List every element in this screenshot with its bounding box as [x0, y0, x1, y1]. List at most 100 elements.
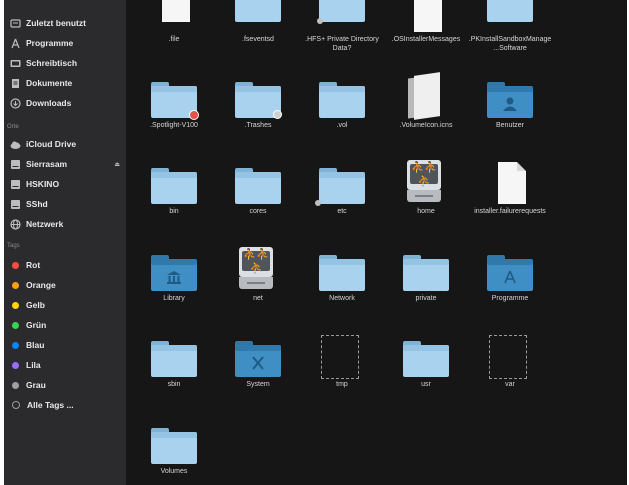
sidebar-item-label: iCloud Drive	[26, 139, 77, 149]
disk-icon	[10, 199, 21, 210]
sidebar-item-desktop[interactable]: Schreibtisch	[10, 55, 124, 71]
sidebar-item-label: Downloads	[26, 98, 72, 108]
document-icon	[498, 162, 526, 204]
file-label: tmp	[336, 381, 348, 388]
file-label: home	[417, 208, 435, 215]
file-label: var	[505, 381, 515, 388]
file-item[interactable]: .Spotlight-V100	[130, 72, 218, 131]
tag-dot-icon	[12, 261, 19, 269]
sidebar-item-sierrasam[interactable]: Sierrasam ⏏	[10, 156, 124, 172]
file-item[interactable]: var	[466, 331, 554, 390]
folder-icon	[235, 82, 282, 119]
gray-badge-icon	[273, 110, 282, 119]
eject-icon[interactable]: ⏏	[114, 161, 120, 168]
file-item[interactable]: tmp	[298, 331, 386, 390]
file-label: Programme	[491, 295, 529, 302]
icns-file-icon	[408, 72, 442, 120]
file-item[interactable]: cores	[214, 158, 302, 217]
sidebar-item-label: Grün	[26, 320, 47, 330]
disk-icon	[10, 179, 21, 190]
file-item[interactable]: .PKInstallSandboxManage...Software	[466, 0, 554, 53]
file-item[interactable]: sbin	[130, 331, 218, 390]
file-item[interactable]: System	[214, 331, 302, 390]
file-item[interactable]: installer.failurerequests	[466, 158, 554, 217]
file-label: .vol	[336, 122, 348, 129]
sidebar-item-label: Netzwerk	[26, 219, 64, 229]
sidebar-item-network[interactable]: Netzwerk	[10, 216, 124, 232]
sidebar-item-applications[interactable]: Programme	[10, 35, 124, 51]
sidebar-item-label: Sierrasam	[26, 159, 68, 169]
sidebar-item-label: Alle Tags ...	[27, 400, 74, 410]
file-label: .Trashes	[244, 122, 272, 129]
sidebar-item-label: Orange	[26, 280, 56, 290]
sidebar-tag-gray[interactable]: Grau	[10, 377, 124, 393]
file-item[interactable]: ⛹⛹⛹ home	[382, 158, 470, 217]
file-item[interactable]: Programme	[466, 245, 554, 304]
sidebar-item-documents[interactable]: Dokumente	[10, 75, 124, 91]
folder-icon	[235, 168, 281, 204]
file-item[interactable]: .vol	[298, 72, 386, 131]
alias-placeholder-icon	[489, 335, 527, 379]
users-folder-icon	[487, 82, 533, 118]
folder-icon	[151, 341, 197, 377]
sidebar-item-label: Schreibtisch	[26, 58, 78, 68]
file-item[interactable]: Network	[298, 245, 386, 304]
folder-icon	[319, 255, 365, 291]
file-item[interactable]: .VolumeIcon.icns	[382, 72, 470, 131]
downloads-icon	[10, 97, 21, 109]
sidebar-item-label: Grau	[26, 380, 46, 390]
file-label: etc	[337, 208, 347, 215]
sidebar-section-tags: Tags	[7, 243, 20, 249]
finder-window: Zuletzt benutzt Programme Schreibtisch D…	[4, 0, 627, 485]
file-item[interactable]: Volumes	[130, 418, 218, 477]
file-item[interactable]: .file	[130, 0, 218, 45]
file-item[interactable]: .OSInstallerMessages	[382, 0, 470, 45]
system-folder-icon	[235, 341, 281, 377]
documents-icon	[10, 78, 21, 89]
file-label: net	[253, 295, 263, 302]
file-item[interactable]: .fseventsd	[214, 0, 302, 45]
file-item[interactable]: .HFS+ Private Directory Data?	[298, 0, 386, 53]
cloud-icon	[10, 139, 21, 150]
sidebar-all-tags[interactable]: Alle Tags ...	[10, 397, 124, 413]
sidebar-item-label: Dokumente	[26, 78, 73, 88]
file-item[interactable]: .Trashes	[214, 72, 302, 131]
folder-icon	[403, 341, 449, 377]
sidebar-tag-orange[interactable]: Orange	[10, 277, 124, 293]
folder-icon	[403, 255, 449, 291]
file-label: Network	[329, 295, 355, 302]
file-label: .fseventsd	[242, 36, 274, 43]
sidebar-tag-blue[interactable]: Blau	[10, 337, 124, 353]
red-badge-icon	[189, 110, 199, 120]
tag-dot-icon	[12, 321, 19, 329]
sidebar-item-downloads[interactable]: Downloads	[10, 95, 124, 111]
file-item[interactable]: etc	[298, 158, 386, 217]
file-label: .VolumeIcon.icns	[399, 122, 453, 129]
sidebar-tag-purple[interactable]: Lila	[10, 357, 124, 373]
file-item[interactable]: bin	[130, 158, 218, 217]
file-label: installer.failurerequests	[474, 208, 546, 215]
file-item[interactable]: Benutzer	[466, 72, 554, 131]
sidebar-tag-red[interactable]: Rot	[10, 257, 124, 273]
sidebar-item-label: Gelb	[26, 300, 45, 310]
folder-alias-icon	[317, 0, 365, 24]
file-item[interactable]: ⛹⛹⛹ net	[214, 245, 302, 304]
folder-alias-icon	[315, 168, 365, 206]
sidebar-item-hskino[interactable]: HSKINO	[10, 176, 124, 192]
sidebar-tag-green[interactable]: Grün	[10, 317, 124, 333]
sidebar-tag-yellow[interactable]: Gelb	[10, 297, 124, 313]
file-item[interactable]: usr	[382, 331, 470, 390]
document-icon	[414, 0, 442, 32]
folder-icon	[151, 428, 197, 464]
file-label: Library	[163, 295, 185, 302]
folder-icon	[319, 82, 365, 118]
sidebar-item-icloud[interactable]: iCloud Drive	[10, 136, 124, 152]
file-item[interactable]: Library	[130, 245, 218, 304]
recent-icon	[10, 18, 21, 29]
sidebar-item-recent[interactable]: Zuletzt benutzt	[10, 15, 124, 31]
sidebar-item-label: Rot	[26, 260, 41, 270]
file-label: System	[246, 381, 270, 388]
file-item[interactable]: private	[382, 245, 470, 304]
sidebar-item-sshd[interactable]: SShd	[10, 196, 124, 212]
sidebar-item-label: SShd	[26, 199, 48, 209]
